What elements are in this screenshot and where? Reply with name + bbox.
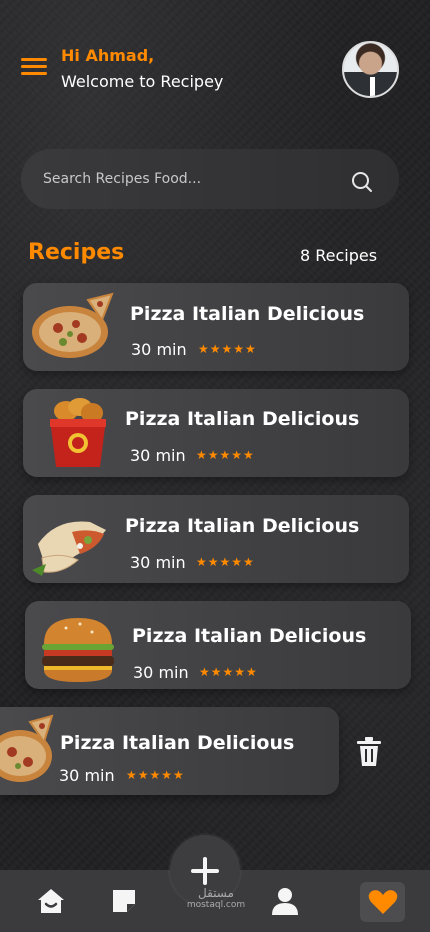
recipe-count: 8 Recipes xyxy=(300,246,378,265)
nav-profile[interactable] xyxy=(255,870,315,932)
recipe-time: 30 min xyxy=(131,340,187,359)
welcome-text: Welcome to Recipey xyxy=(61,72,224,91)
avatar[interactable] xyxy=(342,41,399,98)
add-icon xyxy=(191,857,219,885)
recipe-title: Pizza Italian Delicious xyxy=(60,732,295,754)
nav-favorites[interactable] xyxy=(360,882,405,922)
recipe-title: Pizza Italian Delicious xyxy=(125,515,360,537)
trash-icon[interactable] xyxy=(356,737,382,767)
menu-icon[interactable] xyxy=(21,58,47,76)
nav-home[interactable] xyxy=(21,870,81,932)
pizza-image xyxy=(32,292,114,358)
search-icon[interactable] xyxy=(350,170,374,194)
watermark-arabic: مستقل xyxy=(198,886,234,900)
burger-image xyxy=(42,618,114,682)
nav-notes[interactable] xyxy=(94,870,154,932)
home-icon xyxy=(38,889,64,913)
heart-icon xyxy=(368,890,397,914)
recipe-title: Pizza Italian Delicious xyxy=(132,625,367,647)
rating-stars: ★★★★★ xyxy=(199,665,258,679)
recipe-time: 30 min xyxy=(130,553,186,572)
recipe-time: 30 min xyxy=(130,446,186,465)
greeting: Hi Ahmad, xyxy=(61,46,155,65)
section-title: Recipes xyxy=(28,240,125,265)
profile-icon xyxy=(272,888,298,915)
watermark: مستقل mostaql.com xyxy=(186,886,246,910)
wrap-image xyxy=(32,521,106,576)
search-input[interactable] xyxy=(43,149,343,209)
search-bar xyxy=(21,149,399,209)
rating-stars: ★★★★★ xyxy=(198,342,257,356)
recipe-title: Pizza Italian Delicious xyxy=(125,408,360,430)
fried-chicken-image xyxy=(50,398,106,467)
header: Hi Ahmad, Welcome to Recipey xyxy=(0,0,430,130)
watermark-url: mostaql.com xyxy=(186,900,246,910)
notes-icon xyxy=(113,890,135,912)
rating-stars: ★★★★★ xyxy=(196,555,255,569)
recipe-time: 30 min xyxy=(133,663,189,682)
recipe-time: 30 min xyxy=(59,766,115,785)
rating-stars: ★★★★★ xyxy=(196,448,255,462)
recipe-title: Pizza Italian Delicious xyxy=(130,303,365,325)
rating-stars: ★★★★★ xyxy=(126,768,185,782)
